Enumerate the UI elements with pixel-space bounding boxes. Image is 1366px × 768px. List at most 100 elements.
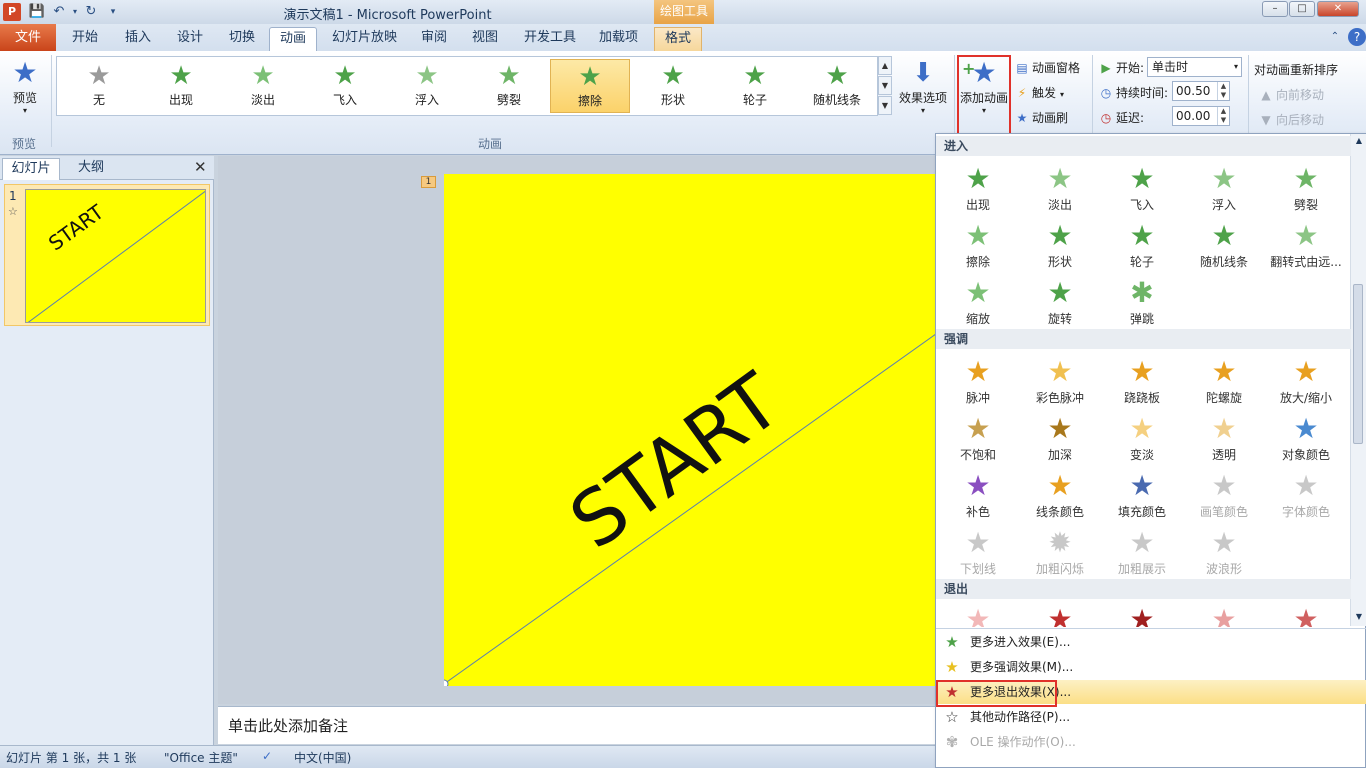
tab-slides[interactable]: 幻灯片 xyxy=(2,158,60,180)
entrance-zoom[interactable]: ★ 缩放 xyxy=(938,272,1018,328)
slide-thumbnail[interactable]: 1 ☆ START xyxy=(4,184,210,326)
gallery-item-split[interactable]: ★ 劈裂 xyxy=(469,59,549,113)
close-icon[interactable]: ✕ xyxy=(194,158,207,176)
tab-view[interactable]: 视图 xyxy=(462,27,508,51)
scroll-up-icon[interactable]: ▲ xyxy=(1351,136,1366,145)
scroll-thumb[interactable] xyxy=(1353,284,1363,444)
gallery-scroll-up[interactable]: ▲ xyxy=(878,56,892,75)
maximize-button[interactable]: □ xyxy=(1289,1,1315,17)
spinner-arrows-icon[interactable]: ▲ ▼ xyxy=(1217,107,1229,125)
language[interactable]: 中文(中国) xyxy=(294,749,351,766)
entrance-fade[interactable]: ★ 淡出 xyxy=(1020,158,1100,214)
exit-fly-out[interactable]: ★ xyxy=(1102,599,1182,627)
gallery-item-shape[interactable]: ★ 形状 xyxy=(633,59,713,113)
tab-file[interactable]: 文件 xyxy=(0,24,56,51)
duration-spinner[interactable]: 00.50 ▲ ▼ xyxy=(1172,81,1230,101)
gallery-item-float-in[interactable]: ★ 浮入 xyxy=(387,59,467,113)
effect-options-button[interactable]: ⬇ 效果选项 ▾ xyxy=(896,57,950,115)
animation-order-badge[interactable]: 1 xyxy=(421,176,436,188)
animation-pane-button[interactable]: ▤ 动画窗格 xyxy=(1014,59,1080,76)
trigger-button[interactable]: ⚡ 触发 ▾ xyxy=(1014,84,1064,101)
emphasis-color-pulse[interactable]: ★ 彩色脉冲 xyxy=(1020,351,1100,407)
emphasis-desaturate[interactable]: ★ 不饱和 xyxy=(938,408,1018,464)
gallery-expand[interactable]: ▼ xyxy=(878,96,892,115)
move-later-button[interactable]: ▼ 向后移动 xyxy=(1258,111,1324,128)
emphasis-darken[interactable]: ★ 加深 xyxy=(1020,408,1100,464)
entrance-bounce[interactable]: ✱ 弹跳 xyxy=(1102,272,1182,328)
spellcheck-icon[interactable]: ✓ xyxy=(262,749,272,763)
gallery-scroll-down[interactable]: ▼ xyxy=(878,76,892,95)
emphasis-bold-flash: ✹ 加粗闪烁 xyxy=(1020,522,1100,578)
tab-home[interactable]: 开始 xyxy=(62,27,108,51)
spinner-arrows-icon[interactable]: ▲ ▼ xyxy=(1217,82,1229,100)
start-select[interactable]: 单击时 ▾ xyxy=(1147,57,1242,77)
gallery-item-random-bars[interactable]: ★ 随机线条 xyxy=(797,59,877,113)
gallery-item-fly-in[interactable]: ★ 飞入 xyxy=(305,59,385,113)
tab-review[interactable]: 审阅 xyxy=(411,27,457,51)
tab-developer[interactable]: 开发工具 xyxy=(514,27,586,51)
preview-button[interactable]: ★ 预览 ▾ xyxy=(6,57,44,116)
move-earlier-button[interactable]: ▲ 向前移动 xyxy=(1258,86,1324,103)
emphasis-object-color[interactable]: ★ 对象颜色 xyxy=(1266,408,1346,464)
gallery-item-wipe[interactable]: ★ 擦除 xyxy=(550,59,630,113)
emphasis-spin[interactable]: ★ 陀螺旋 xyxy=(1184,351,1264,407)
entrance-random-bars[interactable]: ★ 随机线条 xyxy=(1184,215,1264,271)
close-window-button[interactable]: ✕ xyxy=(1317,1,1359,17)
entrance-wheel[interactable]: ★ 轮子 xyxy=(1102,215,1182,271)
exit-split[interactable]: ★ xyxy=(1266,599,1346,627)
tab-design[interactable]: 设计 xyxy=(167,27,213,51)
emphasis-line-color[interactable]: ★ 线条颜色 xyxy=(1020,465,1100,521)
slide[interactable]: START xyxy=(444,174,964,686)
entrance-split[interactable]: ★ 劈裂 xyxy=(1266,158,1346,214)
slide-canvas: 1 START xyxy=(218,156,964,704)
tab-outline[interactable]: 大纲 xyxy=(62,158,120,180)
entrance-shape[interactable]: ★ 形状 xyxy=(1020,215,1100,271)
entrance-grow-turn[interactable]: ★ 翻转式由远... xyxy=(1266,215,1346,271)
gallery-item-fade[interactable]: ★ 淡出 xyxy=(223,59,303,113)
star-purple-icon: ★ xyxy=(965,469,991,502)
entrance-wipe[interactable]: ★ 擦除 xyxy=(938,215,1018,271)
star-green-icon: ★ xyxy=(1129,219,1155,252)
exit-float-out[interactable]: ★ xyxy=(1184,599,1264,627)
more-entrance-effects[interactable]: ★ 更多进入效果(E)... xyxy=(936,630,1366,654)
theme-name[interactable]: "Office 主题" xyxy=(164,749,238,766)
star-red-icon: ★ xyxy=(1211,603,1237,627)
entrance-float-in[interactable]: ★ 浮入 xyxy=(1184,158,1264,214)
emphasis-complementary-color[interactable]: ★ 补色 xyxy=(938,465,1018,521)
emphasis-lighten[interactable]: ★ 变淡 xyxy=(1102,408,1182,464)
emphasis-fill-color[interactable]: ★ 填充颜色 xyxy=(1102,465,1182,521)
entrance-appear[interactable]: ★ 出现 xyxy=(938,158,1018,214)
gallery-item-none[interactable]: ★ 无 xyxy=(59,59,139,113)
minimize-ribbon-icon[interactable]: ⌃ xyxy=(1326,28,1344,46)
tab-insert[interactable]: 插入 xyxy=(115,27,161,51)
entrance-swivel[interactable]: ★ 旋转 xyxy=(1020,272,1100,328)
more-motion-paths[interactable]: ☆ 其他动作路径(P)... xyxy=(936,705,1366,729)
gallery-item-wheel[interactable]: ★ 轮子 xyxy=(715,59,795,113)
emphasis-brush-color: ★ 画笔颜色 xyxy=(1184,465,1264,521)
tab-format[interactable]: 格式 xyxy=(654,27,703,51)
animation-pane-icon: ▤ xyxy=(1016,61,1028,75)
dropdown-scrollbar[interactable]: ▲ ▼ xyxy=(1350,134,1366,626)
exit-disappear[interactable]: ★ xyxy=(938,599,1018,627)
star-green-icon: ★ xyxy=(1211,162,1237,195)
help-icon[interactable]: ? xyxy=(1348,28,1366,46)
minimize-button[interactable]: – xyxy=(1262,1,1288,17)
star-green-icon: ★ xyxy=(661,61,685,91)
more-emphasis-effects[interactable]: ★ 更多强调效果(M)... xyxy=(936,655,1366,679)
animation-painter-button[interactable]: ★ 动画刷 xyxy=(1014,109,1068,126)
notes-pane[interactable]: 单击此处添加备注 xyxy=(218,706,936,744)
delay-spinner[interactable]: 00.00 ▲ ▼ xyxy=(1172,106,1230,126)
tab-addins[interactable]: 加载项 xyxy=(589,27,648,51)
emphasis-grow-shrink[interactable]: ★ 放大/缩小 xyxy=(1266,351,1346,407)
star-green-icon: ★ xyxy=(251,61,275,91)
tab-transitions[interactable]: 切换 xyxy=(219,27,265,51)
entrance-fly-in[interactable]: ★ 飞入 xyxy=(1102,158,1182,214)
gallery-item-appear[interactable]: ★ 出现 xyxy=(141,59,221,113)
scroll-down-icon[interactable]: ▼ xyxy=(1351,612,1366,621)
emphasis-teeter[interactable]: ★ 跷跷板 xyxy=(1102,351,1182,407)
emphasis-transparency[interactable]: ★ 透明 xyxy=(1184,408,1264,464)
tab-animations[interactable]: 动画 xyxy=(269,27,318,51)
exit-fade[interactable]: ★ xyxy=(1020,599,1100,627)
emphasis-pulse[interactable]: ★ 脉冲 xyxy=(938,351,1018,407)
tab-slideshow[interactable]: 幻灯片放映 xyxy=(322,27,407,51)
